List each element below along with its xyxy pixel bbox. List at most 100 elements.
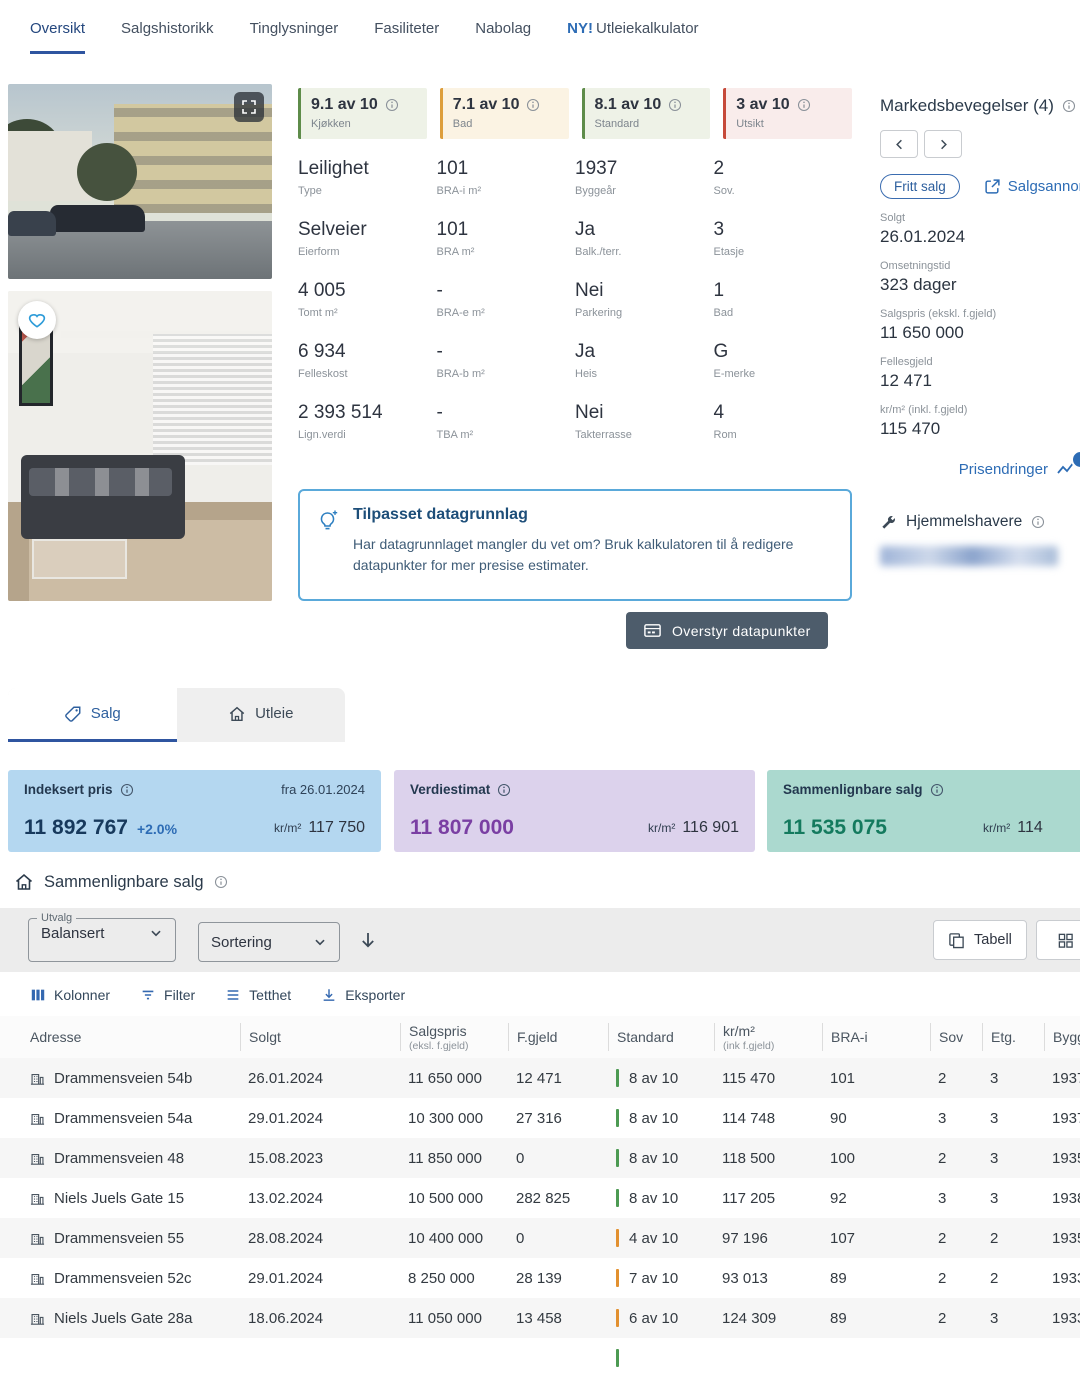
sorting-dropdown[interactable]: Sortering bbox=[198, 922, 340, 962]
density-label: Tetthet bbox=[249, 987, 292, 1003]
favorite-heart-icon[interactable] bbox=[18, 301, 56, 339]
header-adresse[interactable]: Adresse bbox=[30, 1023, 240, 1051]
table-row-partial[interactable] bbox=[0, 1338, 1080, 1378]
cell-sold: 29.01.2024 bbox=[248, 1109, 324, 1127]
nav-tab-utleiekalkulator[interactable]: NY! Utleiekalkulator bbox=[567, 20, 698, 54]
cell-bra: 100 bbox=[830, 1149, 856, 1167]
header-standard[interactable]: Standard bbox=[608, 1023, 714, 1051]
interior-photo[interactable] bbox=[8, 291, 272, 601]
table-row[interactable]: Drammensveien 54a 29.01.2024 10 300 000 … bbox=[0, 1098, 1080, 1138]
market-field: Solgt 26.01.2024 bbox=[880, 212, 1080, 247]
cell-year: 1933 bbox=[1052, 1269, 1080, 1287]
header-salgspris[interactable]: Salgspris (eksl. f.gjeld) bbox=[400, 1023, 508, 1052]
cell-bra: 90 bbox=[830, 1109, 847, 1127]
card-sub: fra 26.01.2024 bbox=[281, 782, 365, 797]
cell-sov: 2 bbox=[938, 1069, 947, 1087]
info-icon[interactable] bbox=[120, 783, 134, 797]
info-icon[interactable] bbox=[668, 98, 682, 112]
info-icon[interactable] bbox=[526, 98, 540, 112]
tab-salg[interactable]: Salg bbox=[8, 688, 177, 742]
info-icon[interactable] bbox=[930, 783, 944, 797]
detail-cell: 3 Etasje bbox=[714, 215, 853, 276]
card-value: 11 892 767 bbox=[24, 816, 128, 839]
detail-label: E-merke bbox=[713, 368, 756, 380]
score-card-bad: 7.1 av 10 Bad bbox=[439, 88, 569, 139]
override-datapoints-button[interactable]: Overstyr datapunkter bbox=[626, 612, 828, 649]
detail-value: G bbox=[713, 341, 729, 362]
cell-sqm-price: 118 500 bbox=[722, 1149, 776, 1167]
info-icon[interactable] bbox=[1031, 515, 1045, 529]
table-row[interactable]: Drammensveien 52c 29.01.2024 8 250 000 2… bbox=[0, 1258, 1080, 1298]
cell-sold: 18.06.2024 bbox=[248, 1309, 324, 1327]
table-row[interactable]: Niels Juels Gate 15 13.02.2024 10 500 00… bbox=[0, 1178, 1080, 1218]
detail-value: 6 934 bbox=[298, 341, 346, 362]
info-icon[interactable] bbox=[1062, 99, 1076, 113]
table-body: Drammensveien 54b 26.01.2024 11 650 000 … bbox=[0, 1058, 1080, 1378]
table-view-button[interactable]: Tabell bbox=[933, 920, 1027, 960]
detail-label: BRA-e m² bbox=[436, 307, 485, 319]
detail-cell: Selveier Eierform bbox=[298, 215, 437, 276]
building-icon bbox=[30, 1311, 45, 1326]
info-icon[interactable] bbox=[385, 98, 399, 112]
nav-tab-nabolag[interactable]: Nabolag bbox=[475, 20, 531, 54]
table-row[interactable]: Drammensveien 48 15.08.2023 11 850 000 0… bbox=[0, 1138, 1080, 1178]
header-byggear[interactable]: Byggeår bbox=[1044, 1023, 1080, 1051]
table-row[interactable]: Drammensveien 54b 26.01.2024 11 650 000 … bbox=[0, 1058, 1080, 1098]
detail-cell: 4 005 Tomt m² bbox=[298, 276, 437, 337]
header-solgt[interactable]: Solgt bbox=[240, 1023, 400, 1051]
info-icon[interactable] bbox=[497, 783, 511, 797]
grid-view-button[interactable] bbox=[1036, 920, 1080, 960]
sale-type-row: Fritt salg Salgsannonse bbox=[880, 174, 1080, 199]
header-krm2[interactable]: kr/m² (ink f.gjeld) bbox=[714, 1023, 822, 1052]
building-icon bbox=[30, 1271, 45, 1286]
standard-bar bbox=[616, 1229, 619, 1247]
sort-direction-icon[interactable] bbox=[358, 930, 378, 950]
override-button-label: Overstyr datapunkter bbox=[672, 622, 811, 639]
sale-ad-link[interactable]: Salgsannonse bbox=[984, 178, 1080, 195]
density-button[interactable]: Tetthet bbox=[225, 987, 291, 1003]
header-etg[interactable]: Etg. bbox=[982, 1023, 1044, 1051]
nav-tab-salgshistorikk[interactable]: Salgshistorikk bbox=[121, 20, 214, 54]
nav-tab-fasiliteter[interactable]: Fasiliteter bbox=[374, 20, 439, 54]
header-bra-i[interactable]: BRA-i bbox=[822, 1023, 930, 1051]
tag-icon bbox=[64, 705, 82, 723]
info-icon[interactable] bbox=[214, 875, 228, 889]
detail-cell: - TBA m² bbox=[437, 398, 576, 459]
cell-address: Drammensveien 54b bbox=[30, 1070, 240, 1087]
tab-utleie[interactable]: Utleie bbox=[177, 688, 346, 742]
export-label: Eksporter bbox=[345, 987, 406, 1003]
previous-button[interactable] bbox=[880, 130, 918, 158]
filter-button[interactable]: Filter bbox=[140, 987, 195, 1003]
nav-tab-tinglysninger[interactable]: Tinglysninger bbox=[250, 20, 339, 54]
detail-label: Eierform bbox=[298, 246, 340, 258]
columns-button[interactable]: Kolonner bbox=[30, 987, 110, 1003]
fullscreen-icon[interactable] bbox=[234, 92, 264, 122]
next-button[interactable] bbox=[924, 130, 962, 158]
detail-value: 4 005 bbox=[298, 280, 346, 301]
selection-dropdown[interactable]: Utvalg Balansert bbox=[28, 912, 176, 962]
market-field: Salgspris (ekskl. f.gjeld) 11 650 000 bbox=[880, 308, 1080, 343]
header-fgjeld[interactable]: F.gjeld bbox=[508, 1023, 608, 1051]
detail-cell: 1937 Byggeår bbox=[575, 154, 714, 215]
street-view-photo[interactable] bbox=[8, 84, 272, 279]
table-row[interactable]: Niels Juels Gate 28a 18.06.2024 11 050 0… bbox=[0, 1298, 1080, 1338]
table-row[interactable]: Drammensveien 55 28.08.2024 10 400 000 0… bbox=[0, 1218, 1080, 1258]
cell-address: Drammensveien 48 bbox=[30, 1150, 240, 1167]
score-value: 3 av 10 bbox=[736, 96, 790, 113]
price-changes-link[interactable]: Prisendringer bbox=[880, 450, 1080, 479]
building-icon bbox=[30, 1151, 45, 1166]
detail-value: Nei bbox=[575, 402, 604, 423]
detail-label: BRA-i m² bbox=[436, 185, 482, 197]
sale-type-pill[interactable]: Fritt salg bbox=[880, 174, 960, 199]
detail-value: - bbox=[436, 280, 443, 301]
field-value: 12 471 bbox=[880, 371, 932, 390]
export-button[interactable]: Eksporter bbox=[321, 987, 405, 1003]
detail-label: BRA-b m² bbox=[436, 368, 485, 380]
cell-sold: 28.08.2024 bbox=[248, 1229, 324, 1247]
cell-year: 1935 bbox=[1052, 1149, 1080, 1167]
nav-tab-oversikt[interactable]: Oversikt bbox=[30, 20, 86, 54]
download-icon bbox=[321, 987, 337, 1003]
header-sov[interactable]: Sov bbox=[930, 1023, 982, 1051]
info-icon[interactable] bbox=[797, 98, 811, 112]
card-label: Indeksert pris bbox=[24, 782, 113, 797]
